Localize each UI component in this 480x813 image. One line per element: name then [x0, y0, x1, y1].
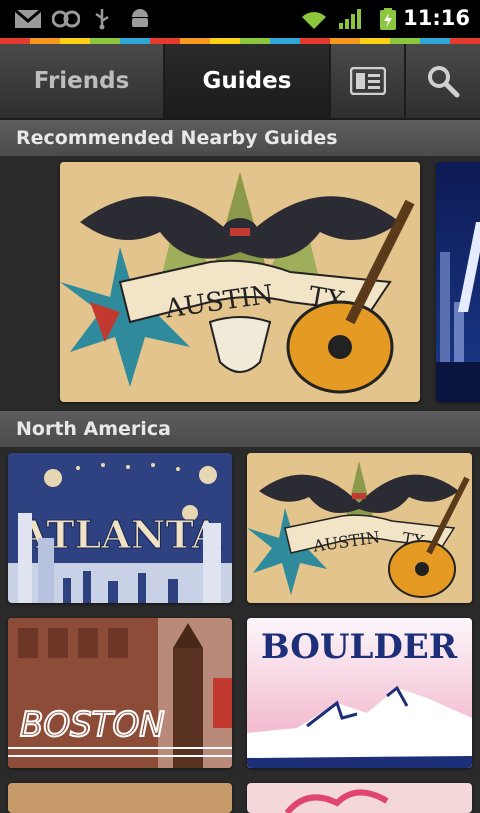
guide-card-austin-featured[interactable]: AUSTIN TX: [60, 162, 420, 402]
guide-card-atlanta[interactable]: ATLANTA: [8, 453, 232, 603]
usb-icon: [95, 9, 109, 30]
card-city-label: BOULDER: [261, 627, 458, 667]
top-bar: Friends Guides: [0, 44, 480, 120]
android-icon: [132, 9, 148, 27]
search-button[interactable]: [406, 44, 480, 118]
boston-artwork: BOSTON: [8, 618, 232, 768]
clock: 11:16: [403, 6, 470, 30]
card-city-label: BOSTON: [20, 705, 165, 745]
guide-card-austin[interactable]: AUSTIN TX: [247, 453, 472, 603]
voicemail-icon: [52, 10, 80, 28]
city-skyline-artwork: [436, 222, 480, 402]
list-view-icon: [350, 67, 386, 95]
atlanta-artwork: ATLANTA: [8, 453, 232, 603]
battery-charging-icon: [380, 8, 396, 30]
boulder-artwork: BOULDER: [247, 618, 472, 768]
partial-artwork: [284, 789, 389, 813]
search-icon: [428, 66, 460, 98]
list-view-button[interactable]: [331, 44, 405, 118]
signal-icon: [339, 9, 361, 29]
status-bar: 11:16: [0, 0, 480, 38]
guide-card-boston[interactable]: BOSTON: [8, 618, 232, 768]
section-header-recommended: Recommended Nearby Guides: [0, 120, 480, 156]
guide-card-partial-left[interactable]: [8, 783, 232, 813]
austin-artwork: AUSTIN TX: [60, 162, 420, 402]
tab-guides[interactable]: Guides: [165, 44, 329, 118]
wifi-icon: [302, 12, 326, 29]
tab-friends[interactable]: Friends: [0, 44, 163, 118]
gmail-icon: [14, 8, 42, 28]
guide-card-next[interactable]: [436, 162, 480, 402]
section-header-north-america: North America: [0, 411, 480, 447]
austin-artwork: AUSTIN TX: [247, 453, 472, 603]
guide-card-partial-right[interactable]: [247, 783, 472, 813]
guide-card-boulder[interactable]: BOULDER: [247, 618, 472, 768]
